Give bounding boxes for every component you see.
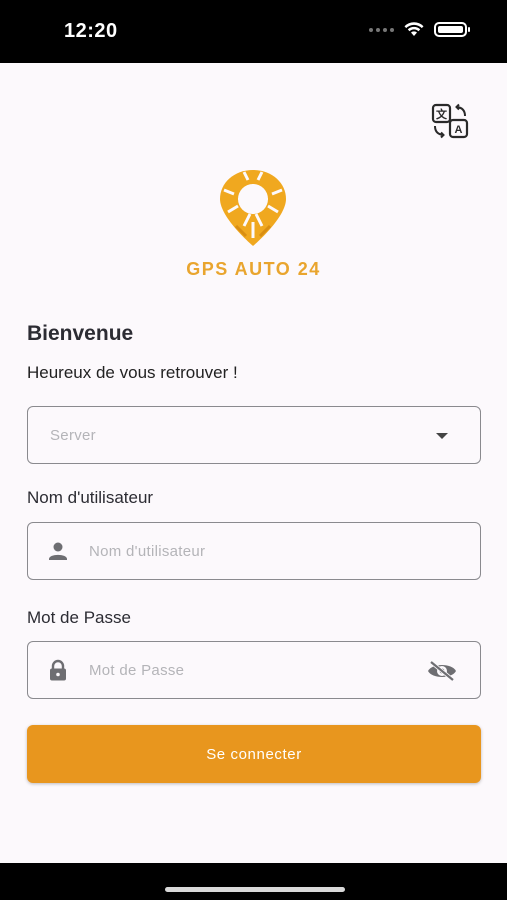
eye-off-icon[interactable] bbox=[426, 660, 458, 682]
username-placeholder: Nom d'utilisateur bbox=[89, 542, 206, 560]
welcome-subtitle: Heureux de vous retrouver ! bbox=[27, 363, 238, 382]
server-select[interactable]: Server bbox=[27, 406, 481, 464]
home-indicator[interactable] bbox=[165, 887, 345, 892]
translate-icon: 文 A bbox=[431, 103, 469, 139]
chevron-down-icon[interactable] bbox=[436, 433, 448, 439]
welcome-title: Bienvenue bbox=[27, 322, 134, 345]
cellular-signal-icon bbox=[369, 27, 394, 32]
battery-icon bbox=[434, 22, 470, 37]
wifi-icon bbox=[404, 22, 424, 36]
svg-text:A: A bbox=[455, 124, 463, 136]
status-icons bbox=[369, 22, 470, 37]
person-icon bbox=[49, 542, 67, 560]
username-field[interactable]: Nom d'utilisateur bbox=[27, 522, 481, 580]
password-placeholder: Mot de Passe bbox=[89, 661, 185, 679]
password-label: Mot de Passe bbox=[27, 608, 131, 627]
svg-text:文: 文 bbox=[436, 107, 448, 121]
status-time: 12:20 bbox=[64, 20, 118, 42]
status-bar: 12:20 bbox=[0, 0, 507, 63]
login-screen: 文 A GPS AUTO 24 Bienvenue Heureux de vou… bbox=[0, 63, 507, 863]
server-placeholder: Server bbox=[50, 426, 96, 444]
home-bar bbox=[0, 863, 507, 900]
brand-name: GPS AUTO 24 bbox=[186, 259, 321, 279]
language-button[interactable]: 文 A bbox=[431, 103, 469, 139]
lock-icon bbox=[50, 659, 66, 681]
username-label: Nom d'utilisateur bbox=[27, 488, 154, 507]
password-field[interactable]: Mot de Passe bbox=[27, 641, 481, 699]
login-button[interactable]: Se connecter bbox=[27, 725, 481, 783]
map-pin-logo bbox=[220, 170, 286, 246]
